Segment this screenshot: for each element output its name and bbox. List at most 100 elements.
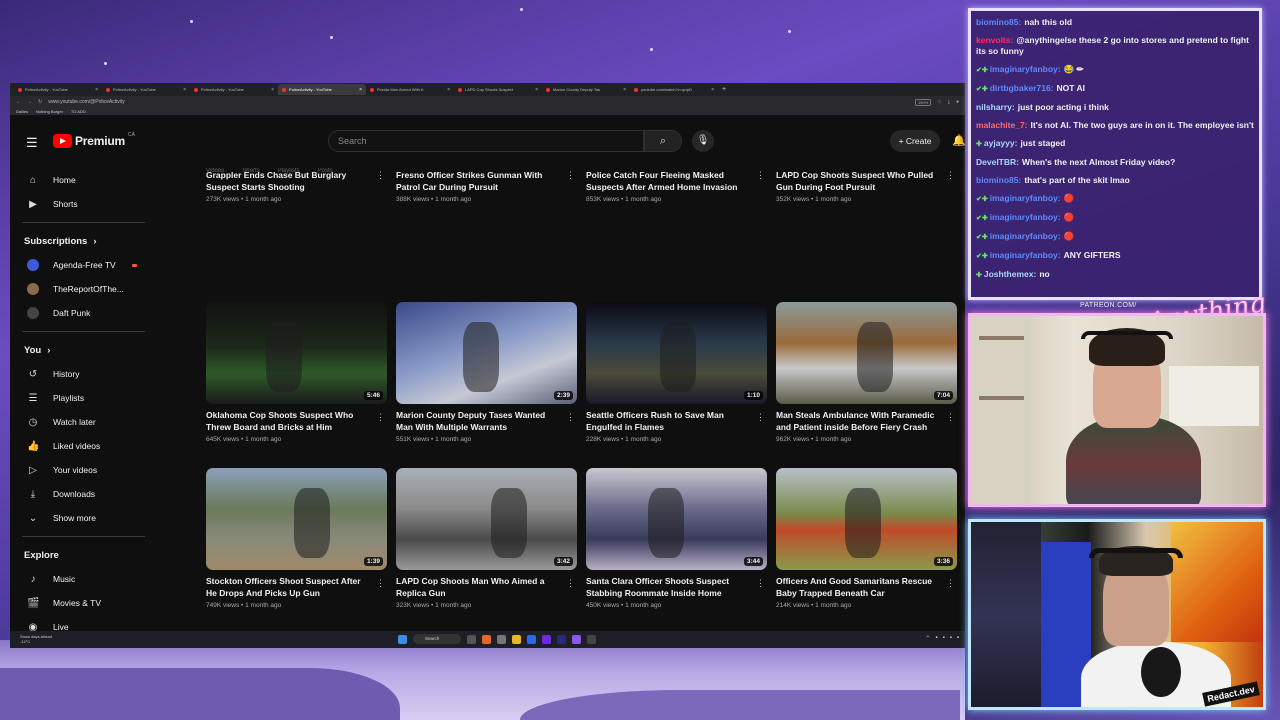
video-title[interactable]: Marion County Deputy Tases Wanted Man Wi… — [396, 410, 561, 433]
browser-tab[interactable]: youtube.com/watch?v=qrqrD × — [630, 84, 718, 95]
video-title[interactable]: Officers And Good Samaritans Rescue Baby… — [776, 576, 941, 599]
bookmark-item[interactable]: Nothing Burger — [36, 109, 63, 114]
chat-username[interactable]: kenvolts: — [976, 35, 1013, 45]
video-title[interactable]: LAPD Cop Shoots Man Who Aimed a Replica … — [396, 576, 561, 599]
sidebar-item-shorts[interactable]: ▶ Shorts — [10, 192, 155, 216]
video-card[interactable]: 1:39 Stockton Officers Shoot Suspect Afte… — [206, 468, 387, 609]
download-icon[interactable]: ⤓ — [948, 99, 950, 105]
video-thumbnail[interactable]: 7:04 — [776, 302, 957, 404]
browser-tab[interactable]: PoliceActivity - YouTube × — [278, 84, 366, 95]
menu-icon[interactable]: ☰ — [26, 135, 38, 151]
app-icon[interactable]: ▪ — [957, 635, 959, 642]
video-title[interactable]: Grappler Ends Chase But Burglary Suspect… — [206, 170, 371, 193]
video-thumbnail[interactable]: 3:42 — [396, 468, 577, 570]
taskbar-search[interactable]: Search — [413, 634, 461, 644]
video-thumbnail[interactable]: 3:36 — [776, 468, 957, 570]
sidebar-item-show-more[interactable]: ⌄ Show more — [10, 506, 155, 530]
chat-username[interactable]: malachite_7: — [976, 120, 1028, 130]
video-card[interactable]: 5:46 Oklahoma Cop Shoots Suspect Who Thre… — [206, 302, 387, 443]
video-title[interactable]: Seattle Officers Rush to Save Man Engulf… — [586, 410, 751, 433]
weather-widget[interactable]: Snow days ahead -14°C — [20, 634, 52, 644]
app-icon[interactable]: ▪ — [943, 635, 945, 642]
chat-username[interactable]: imaginaryfanboy: — [990, 250, 1061, 260]
search-button[interactable]: ⌕ — [644, 130, 682, 152]
chat-username[interactable]: biomino85: — [976, 175, 1021, 185]
browser-tab[interactable]: LAPD Cop Shoots Suspect × — [454, 84, 542, 95]
more-options-icon[interactable]: ⋮ — [756, 170, 765, 181]
chat-username[interactable]: imaginaryfanboy: — [990, 231, 1061, 241]
browser-tab[interactable]: PoliceActivity - YouTube × — [190, 84, 278, 95]
close-tab-icon[interactable]: × — [623, 87, 626, 93]
create-button[interactable]: + Create — [890, 130, 940, 152]
video-title[interactable]: Fresno Officer Strikes Gunman With Patro… — [396, 170, 561, 193]
video-title[interactable]: LAPD Cop Shoots Suspect Who Pulled Gun D… — [776, 170, 941, 193]
video-title[interactable]: Man Steals Ambulance With Paramedic and … — [776, 410, 941, 433]
more-options-icon[interactable]: ⋮ — [946, 170, 955, 181]
app-icon[interactable] — [587, 634, 596, 644]
close-tab-icon[interactable]: × — [271, 87, 274, 93]
chat-username[interactable]: imaginaryfanboy: — [990, 212, 1061, 222]
video-title[interactable]: Stockton Officers Shoot Suspect After He… — [206, 576, 371, 599]
windows-start-icon[interactable] — [398, 634, 407, 644]
more-options-icon[interactable]: ⋮ — [566, 170, 575, 181]
close-tab-icon[interactable]: × — [711, 87, 714, 93]
back-icon[interactable]: ← — [16, 99, 21, 105]
browser-tab[interactable]: PoliceActivity - YouTube × — [14, 84, 102, 95]
url-field[interactable]: www.youtube.com/@PoliceActivity — [48, 99, 909, 105]
more-options-icon[interactable]: ⋮ — [566, 578, 575, 589]
more-options-icon[interactable]: ⋮ — [566, 412, 575, 423]
browser-tab[interactable]: Marion County Deputy Tas × — [542, 84, 630, 95]
chat-username[interactable]: biomino85: — [976, 17, 1021, 27]
chat-username[interactable]: nilsharry: — [976, 102, 1015, 112]
forward-icon[interactable]: → — [27, 99, 32, 105]
video-title[interactable]: Santa Clara Officer Shoots Suspect Stabb… — [586, 576, 751, 599]
video-thumbnail[interactable]: 1:10 — [586, 302, 767, 404]
video-thumbnail[interactable]: 3:44 — [586, 468, 767, 570]
video-card[interactable]: Grappler Ends Chase But Burglary Suspect… — [206, 168, 387, 203]
chat-username[interactable]: ayjayyy: — [984, 138, 1018, 148]
more-options-icon[interactable]: ⋮ — [946, 578, 955, 589]
new-tab-icon[interactable]: + — [722, 86, 726, 93]
bookmark-star-icon[interactable]: ☆ — [937, 99, 941, 105]
video-thumbnail[interactable]: 5:46 — [206, 302, 387, 404]
video-card[interactable]: 3:44 Santa Clara Officer Shoots Suspect S… — [586, 468, 767, 609]
video-thumbnail[interactable]: 2:39 — [396, 302, 577, 404]
video-card[interactable]: Police Catch Four Fleeing Masked Suspect… — [586, 168, 767, 203]
sidebar-subscription[interactable]: Daft Punk — [10, 301, 155, 325]
you-heading[interactable]: You › — [10, 338, 155, 362]
close-tab-icon[interactable]: × — [95, 87, 98, 93]
chat-username[interactable]: DevelTBR: — [976, 157, 1019, 167]
search-input[interactable]: Search — [328, 130, 644, 152]
video-card[interactable]: 3:36 Officers And Good Samaritans Rescue … — [776, 468, 957, 609]
video-card[interactable]: 3:42 LAPD Cop Shoots Man Who Aimed a Repl… — [396, 468, 577, 609]
close-tab-icon[interactable]: × — [535, 87, 538, 93]
video-card[interactable]: 7:04 Man Steals Ambulance With Paramedic … — [776, 302, 957, 443]
video-thumbnail[interactable]: 1:39 — [206, 468, 387, 570]
video-card[interactable]: Fresno Officer Strikes Gunman With Patro… — [396, 168, 577, 203]
chat-username[interactable]: Joshthemex: — [984, 269, 1036, 279]
voice-search-button[interactable]: 🎙 — [692, 130, 714, 152]
app-icon[interactable] — [542, 634, 551, 644]
sidebar-item-liked-videos[interactable]: 👍 Liked videos — [10, 434, 155, 458]
video-title[interactable]: Oklahoma Cop Shoots Suspect Who Threw Bo… — [206, 410, 371, 433]
reload-icon[interactable]: ↻ — [38, 99, 42, 105]
file-explorer-icon[interactable] — [512, 634, 521, 644]
app-icon[interactable]: ▪ — [950, 635, 952, 642]
chat-username[interactable]: dirtbgbaker716: — [990, 83, 1054, 93]
browser-tab[interactable]: Florida Man Armed With K × — [366, 84, 454, 95]
more-options-icon[interactable]: ⋮ — [756, 412, 765, 423]
discord-icon[interactable] — [572, 634, 581, 644]
sidebar-item-movies-tv[interactable]: 🎬 Movies & TV — [10, 591, 155, 615]
sidebar-subscription[interactable]: Agenda-Free TV — [10, 253, 155, 277]
video-title[interactable]: Police Catch Four Fleeing Masked Suspect… — [586, 170, 751, 193]
bookmark-item[interactable]: TO ADD — [71, 109, 86, 114]
browser-tab[interactable]: PoliceActivity - YouTube × — [102, 84, 190, 95]
sidebar-item-home[interactable]: ⌂ Home — [10, 168, 155, 192]
sidebar-item-music[interactable]: ♪ Music — [10, 567, 155, 591]
app-icon[interactable]: ▪ — [935, 635, 937, 642]
sidebar-item-history[interactable]: ↺ History — [10, 362, 155, 386]
video-card[interactable]: 1:10 Seattle Officers Rush to Save Man En… — [586, 302, 767, 443]
chevron-up-icon[interactable]: ⌃ — [925, 635, 930, 642]
subscriptions-heading[interactable]: Subscriptions › — [10, 229, 155, 253]
sidebar-subscription[interactable]: TheReportOfThe... — [10, 277, 155, 301]
